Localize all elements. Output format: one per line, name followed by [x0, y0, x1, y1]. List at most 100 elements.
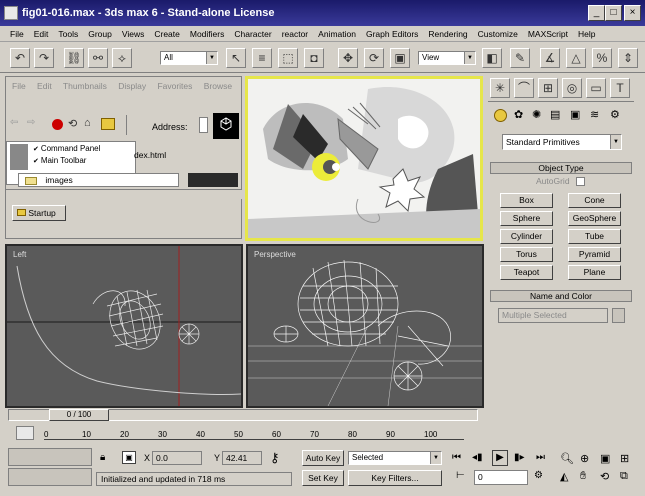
modify-tab-icon[interactable]: ⌒: [514, 78, 534, 98]
rotate-icon[interactable]: ⟳: [364, 48, 384, 68]
current-frame-field[interactable]: 0: [474, 470, 528, 485]
key-mode-dropdown[interactable]: Selected ▼: [348, 451, 442, 465]
zoom-icon[interactable]: 🔍︎: [560, 452, 574, 465]
pivot-center-icon[interactable]: ◧: [482, 48, 502, 68]
absolute-mode-icon[interactable]: ▣: [122, 451, 136, 464]
maximize-icon[interactable]: □: [605, 5, 622, 21]
shapes-icon[interactable]: ✿: [514, 108, 523, 121]
address-field[interactable]: [199, 117, 208, 133]
check-command-panel[interactable]: Command Panel: [41, 144, 101, 153]
zoom-extents-icon[interactable]: ▣: [600, 452, 610, 465]
teapot-button[interactable]: Teapot: [500, 265, 553, 280]
torus-button[interactable]: Torus: [500, 247, 553, 262]
refresh-icon[interactable]: ⟲: [68, 117, 77, 130]
folder-icon[interactable]: [101, 118, 115, 130]
object-type-rollout[interactable]: Object Type: [490, 162, 632, 174]
name-color-rollout[interactable]: Name and Color: [490, 290, 632, 302]
reference-coordinate-dropdown[interactable]: View ▼: [418, 51, 476, 65]
time-slider-track[interactable]: 0 / 100: [8, 409, 478, 421]
set-key-button[interactable]: Set Key: [302, 470, 344, 486]
unlink-icon[interactable]: ⚯: [88, 48, 108, 68]
maxscript-output[interactable]: [8, 468, 92, 486]
minimize-icon[interactable]: _: [588, 5, 605, 21]
previous-frame-icon[interactable]: ◂▮: [472, 452, 483, 463]
scale-icon[interactable]: ▣: [390, 48, 410, 68]
tab-startup[interactable]: Startup: [12, 205, 66, 221]
menu-animation[interactable]: Animation: [318, 29, 356, 39]
menu-rendering[interactable]: Rendering: [428, 29, 467, 39]
next-frame-icon[interactable]: ▮▸: [514, 452, 525, 463]
menu-file[interactable]: File: [10, 29, 24, 39]
select-object-icon[interactable]: ↖: [226, 48, 246, 68]
back-icon[interactable]: ⇦: [10, 117, 25, 131]
menu-graph-editors[interactable]: Graph Editors: [366, 29, 418, 39]
snap-toggle-icon[interactable]: ∡: [540, 48, 560, 68]
geometry-icon[interactable]: [494, 109, 507, 122]
x-coordinate-field[interactable]: 0.0: [152, 451, 202, 465]
percent-snap-icon[interactable]: %: [592, 48, 612, 68]
zoom-all-icon[interactable]: ⊕: [580, 452, 589, 465]
spinner-snap-icon[interactable]: ⇕: [618, 48, 638, 68]
tree-row[interactable]: images: [18, 173, 186, 187]
motion-tab-icon[interactable]: ◎: [562, 78, 582, 98]
undo-icon[interactable]: ↶: [10, 48, 30, 68]
autogrid-checkbox[interactable]: [575, 177, 585, 187]
key-filters-button[interactable]: Key Filters...: [348, 470, 442, 486]
menu-views[interactable]: Views: [122, 29, 145, 39]
maximize-viewport-icon[interactable]: ⧉: [620, 470, 628, 483]
check-main-toolbar[interactable]: Main Toolbar: [41, 156, 87, 165]
tube-button[interactable]: Tube: [568, 229, 621, 244]
menu-modifiers[interactable]: Modifiers: [190, 29, 224, 39]
hierarchy-tab-icon[interactable]: ⊞: [538, 78, 558, 98]
zoom-extents-all-icon[interactable]: ⊞: [620, 452, 629, 465]
space-warps-icon[interactable]: ≋: [590, 108, 599, 121]
pan-icon[interactable]: ✋︎: [580, 470, 586, 483]
category-dropdown[interactable]: Standard Primitives ▼: [502, 134, 622, 150]
close-icon[interactable]: ×: [624, 5, 641, 21]
key-icon[interactable]: ⚷: [270, 450, 280, 466]
rectangular-selection-icon[interactable]: ⬚: [278, 48, 298, 68]
select-by-name-icon[interactable]: ≡: [252, 48, 272, 68]
time-slider-thumb[interactable]: 0 / 100: [49, 409, 109, 421]
menu-tools[interactable]: Tools: [58, 29, 78, 39]
menu-customize[interactable]: Customize: [478, 29, 518, 39]
box-button[interactable]: Box: [500, 193, 553, 208]
display-tab-icon[interactable]: ▭: [586, 78, 606, 98]
menu-group[interactable]: Group: [88, 29, 112, 39]
cone-button[interactable]: Cone: [568, 193, 621, 208]
cameras-icon[interactable]: ▤: [550, 108, 560, 121]
perspective-viewport[interactable]: Perspective: [246, 244, 484, 408]
menu-character[interactable]: Character: [234, 29, 271, 39]
menu-maxscript[interactable]: MAXScript: [528, 29, 568, 39]
auto-key-button[interactable]: Auto Key: [302, 450, 344, 466]
field-of-view-icon[interactable]: ◭: [560, 470, 568, 483]
browser-menu[interactable]: File Edit Thumbnails Display Favorites B…: [6, 77, 241, 107]
left-viewport[interactable]: Left: [5, 244, 243, 408]
y-coordinate-field[interactable]: 42.41: [222, 451, 262, 465]
menu-reactor[interactable]: reactor: [282, 29, 308, 39]
timeline-ruler[interactable]: 0 10 20 30 40 50 60 70 80 90 100: [44, 426, 464, 440]
helpers-icon[interactable]: ▣: [570, 108, 580, 121]
menu-help[interactable]: Help: [578, 29, 595, 39]
cylinder-button[interactable]: Cylinder: [500, 229, 553, 244]
systems-icon[interactable]: ⚙: [610, 108, 620, 121]
create-tab-icon[interactable]: ✳: [490, 78, 510, 98]
horizontal-scrollbar[interactable]: [6, 189, 242, 199]
menu-edit[interactable]: Edit: [34, 29, 49, 39]
utilities-tab-icon[interactable]: T: [610, 78, 630, 98]
bind-space-warp-icon[interactable]: ⟡: [112, 48, 132, 68]
pyramid-button[interactable]: Pyramid: [568, 247, 621, 262]
lights-icon[interactable]: ✺: [532, 108, 541, 121]
arc-rotate-icon[interactable]: ⟲: [600, 470, 609, 483]
go-to-end-icon[interactable]: ⏭: [536, 452, 545, 463]
tree-scrollbar[interactable]: [178, 173, 186, 187]
redo-icon[interactable]: ↷: [34, 48, 54, 68]
link-icon[interactable]: ⛓: [64, 48, 84, 68]
selection-filter-dropdown[interactable]: All ▼: [160, 51, 218, 65]
file-name[interactable]: dex.html: [134, 150, 166, 160]
trackbar-icon[interactable]: [16, 426, 34, 440]
key-mode-toggle-icon[interactable]: ⊢: [456, 470, 465, 481]
window-crossing-icon[interactable]: ◘: [304, 48, 324, 68]
maxscript-listener[interactable]: [8, 448, 92, 466]
lock-icon[interactable]: 🔒︎: [100, 452, 105, 463]
